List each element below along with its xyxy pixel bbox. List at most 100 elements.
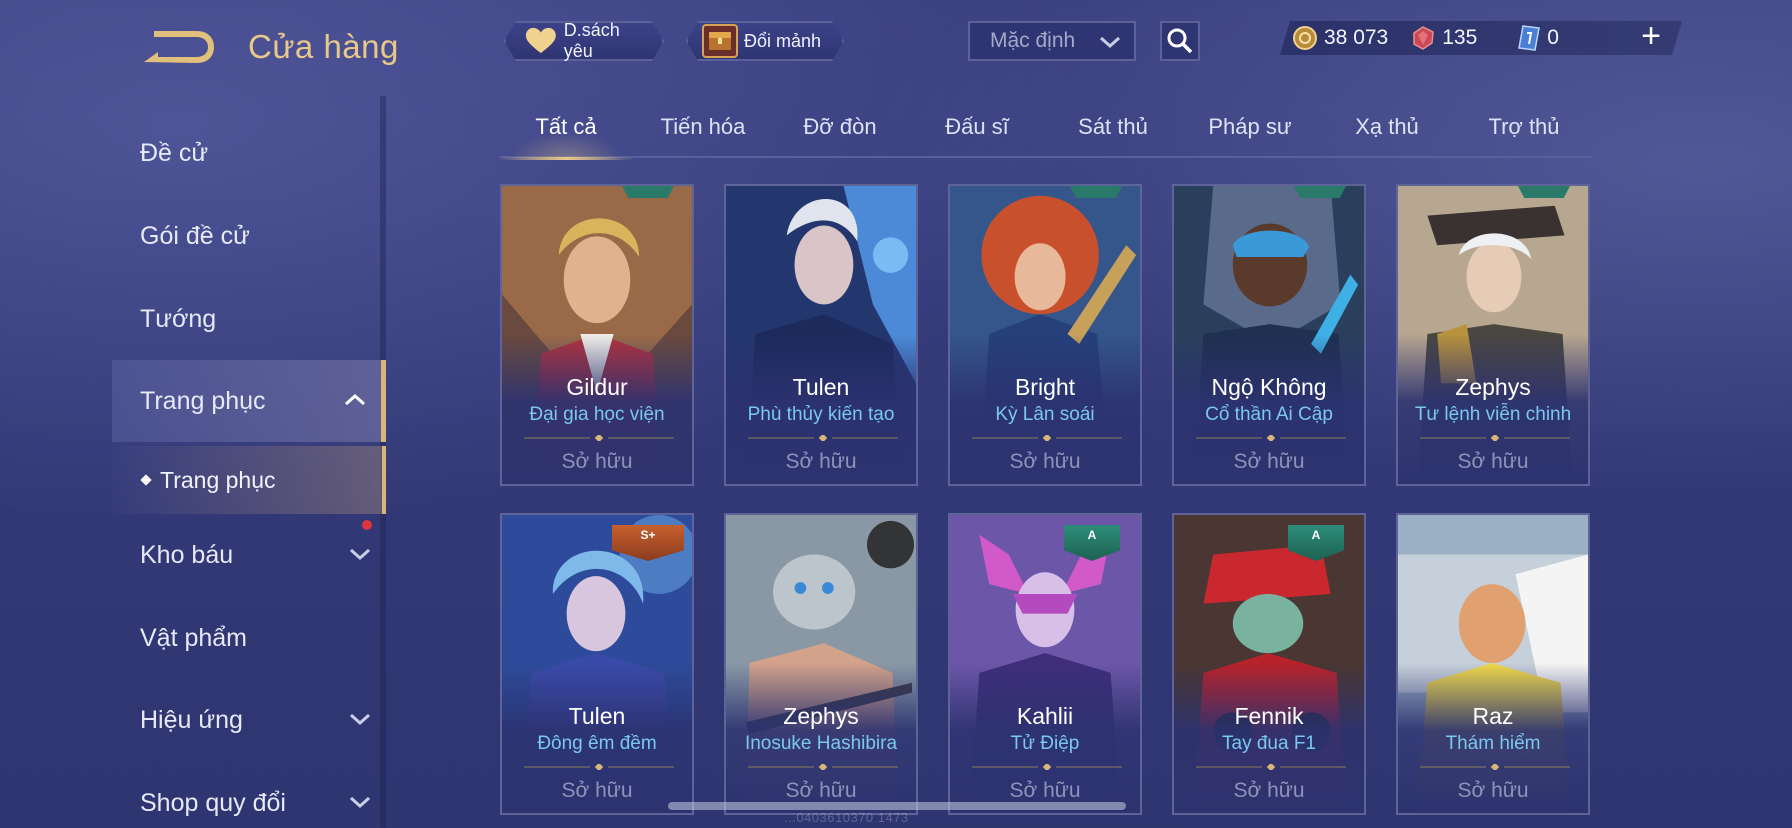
sidebar-item-items[interactable]: Vật phẩm xyxy=(0,597,386,679)
sidebar-item-skins[interactable]: Trang phục xyxy=(112,360,386,442)
ornament-divider xyxy=(1196,764,1346,770)
sort-dropdown[interactable]: Mặc định xyxy=(968,21,1136,61)
treasure-chest-icon xyxy=(702,24,738,58)
skin-card[interactable]: Zephys Tư lệnh viễn chinh Sở hữu xyxy=(1396,184,1590,486)
skin-name: Phù thủy kiến tạo xyxy=(747,404,895,425)
skin-card[interactable]: Bright Kỳ Lân soái Sở hữu xyxy=(948,184,1142,486)
add-currency-button[interactable]: + xyxy=(1636,19,1666,53)
tab-support[interactable]: Trợ thủ xyxy=(1458,114,1590,156)
voucher-amount: 0 xyxy=(1547,26,1559,49)
ornament-divider xyxy=(524,764,674,770)
skin-card[interactable]: A Fennik Tay đua F1 Sở hữu xyxy=(1172,513,1366,815)
owned-status: Sở hữu xyxy=(1233,450,1305,473)
ornament-divider xyxy=(972,435,1122,441)
owned-status: Sở hữu xyxy=(1009,779,1081,802)
limited-badge xyxy=(1518,186,1570,198)
skin-card[interactable]: A Kahlii Tử Điệp Sở hữu xyxy=(948,513,1142,815)
sidebar-item-label: Vật phẩm xyxy=(140,623,248,652)
shard-exchange-button[interactable]: Đổi mảnh xyxy=(686,21,844,61)
sidebar-item-label: Hiệu ứng xyxy=(140,705,243,734)
sidebar-subitem-label: Trang phục xyxy=(160,466,276,493)
chevron-down-icon xyxy=(350,548,370,561)
sort-value: Mặc định xyxy=(990,29,1076,52)
sidebar-subitem-skins[interactable]: Trang phục xyxy=(112,446,386,514)
hero-name: Ngộ Không xyxy=(1211,374,1327,400)
limited-badge xyxy=(1294,186,1346,198)
limited-badge xyxy=(622,186,674,198)
sidebar-item-label: Đề cử xyxy=(140,138,209,167)
ornament-divider xyxy=(1420,764,1570,770)
tab-tank[interactable]: Đỡ đòn xyxy=(774,114,906,156)
ornament-divider xyxy=(524,435,674,441)
tier-text: S+ xyxy=(640,528,656,542)
ornament-divider xyxy=(1420,435,1570,441)
owned-status: Sở hữu xyxy=(1457,779,1529,802)
favorites-label: D.sách yêu xyxy=(563,20,620,61)
sidebar-item-label: Gói đề cử xyxy=(140,221,250,250)
tab-marksman[interactable]: Xạ thủ xyxy=(1321,114,1453,156)
chevron-up-icon xyxy=(345,393,365,406)
gem-amount: 135 xyxy=(1442,26,1478,49)
hero-name: Kahlii xyxy=(1016,703,1074,729)
skin-name: Cổ thần Ai Cập xyxy=(1205,404,1333,425)
sidebar-item-exchange-shop[interactable]: Shop quy đổi xyxy=(0,762,386,828)
skin-name: Tay đua F1 xyxy=(1222,733,1316,754)
chevron-down-icon xyxy=(1100,36,1120,49)
hero-name: Gildur xyxy=(566,374,628,400)
sidebar-item-recommended[interactable]: Đề cử xyxy=(0,112,386,194)
skin-card[interactable]: Gildur Đại gia học viện Sở hữu xyxy=(500,184,694,486)
tab-mage[interactable]: Pháp sư xyxy=(1184,114,1316,156)
tier-text: A xyxy=(1087,528,1097,542)
hero-name: Zephys xyxy=(1455,374,1531,400)
gold-coin-icon xyxy=(1292,25,1318,51)
watermark: ...0403610370 1473 xyxy=(784,810,909,825)
sidebar-item-label: Kho báu xyxy=(140,540,234,569)
voucher-currency: 0 xyxy=(1517,24,1559,52)
owned-status: Sở hữu xyxy=(561,450,633,473)
skin-card[interactable]: Tulen Phù thủy kiến tạo Sở hữu xyxy=(724,184,918,486)
skin-card[interactable]: Raz Thám hiểm Sở hữu xyxy=(1396,513,1590,815)
tab-fighter[interactable]: Đấu sĩ xyxy=(911,114,1043,156)
ornament-divider xyxy=(1196,435,1346,441)
sidebar-item-label: Shop quy đổi xyxy=(140,788,286,817)
skin-card[interactable]: Zephys Inosuke Hashibira Sở hữu xyxy=(724,513,918,815)
search-button[interactable] xyxy=(1160,21,1200,61)
voucher-card-icon xyxy=(1517,24,1541,52)
sidebar-item-label: Trang phục xyxy=(140,386,266,415)
heart-icon xyxy=(524,26,558,56)
tier-text: A xyxy=(1311,528,1321,542)
favorites-button[interactable]: D.sách yêu xyxy=(504,21,664,61)
skin-card[interactable]: S+ Tulen Đông êm đềm Sở hữu xyxy=(500,513,694,815)
owned-status: Sở hữu xyxy=(785,450,857,473)
home-indicator[interactable] xyxy=(668,802,1126,810)
currency-bar: 38 073 135 0 xyxy=(1280,21,1682,55)
sidebar-item-effects[interactable]: Hiệu ứng xyxy=(0,679,386,761)
sidebar-item-recommended-bundles[interactable]: Gói đề cử xyxy=(0,195,386,277)
diamond-bullet-icon xyxy=(140,474,152,486)
notification-dot xyxy=(362,520,372,530)
tab-all[interactable]: Tất cả xyxy=(498,114,634,160)
limited-badge xyxy=(1070,186,1122,198)
tab-assassin[interactable]: Sát thủ xyxy=(1047,114,1179,156)
hero-name: Zephys xyxy=(783,703,859,729)
ornament-divider xyxy=(748,435,898,441)
skin-name: Kỳ Lân soái xyxy=(995,404,1095,425)
owned-status: Sở hữu xyxy=(561,779,633,802)
back-button[interactable] xyxy=(140,26,216,68)
gem-currency: 135 xyxy=(1410,25,1477,51)
gold-currency: 38 073 xyxy=(1292,25,1388,51)
ornament-divider xyxy=(748,764,898,770)
role-tabs: Tất cả Tiến hóa Đỡ đòn Đấu sĩ Sát thủ Ph… xyxy=(498,108,1592,160)
sidebar: Đề cử Gói đề cử Tướng Trang phục Trang p… xyxy=(0,96,386,828)
hero-name: Fennik xyxy=(1234,703,1304,729)
skin-card[interactable]: Ngộ Không Cổ thần Ai Cập Sở hữu xyxy=(1172,184,1366,486)
sidebar-item-treasure[interactable]: Kho báu xyxy=(0,514,386,596)
ornament-divider xyxy=(972,764,1122,770)
sidebar-item-heroes[interactable]: Tướng xyxy=(0,278,386,360)
ruby-gem-icon xyxy=(1410,25,1436,51)
skin-name: Thám hiểm xyxy=(1445,733,1541,754)
shard-exchange-label: Đổi mảnh xyxy=(744,30,822,51)
owned-status: Sở hữu xyxy=(1009,450,1081,473)
tab-evolution[interactable]: Tiến hóa xyxy=(637,114,769,156)
skin-name: Đại gia học viện xyxy=(529,404,665,425)
